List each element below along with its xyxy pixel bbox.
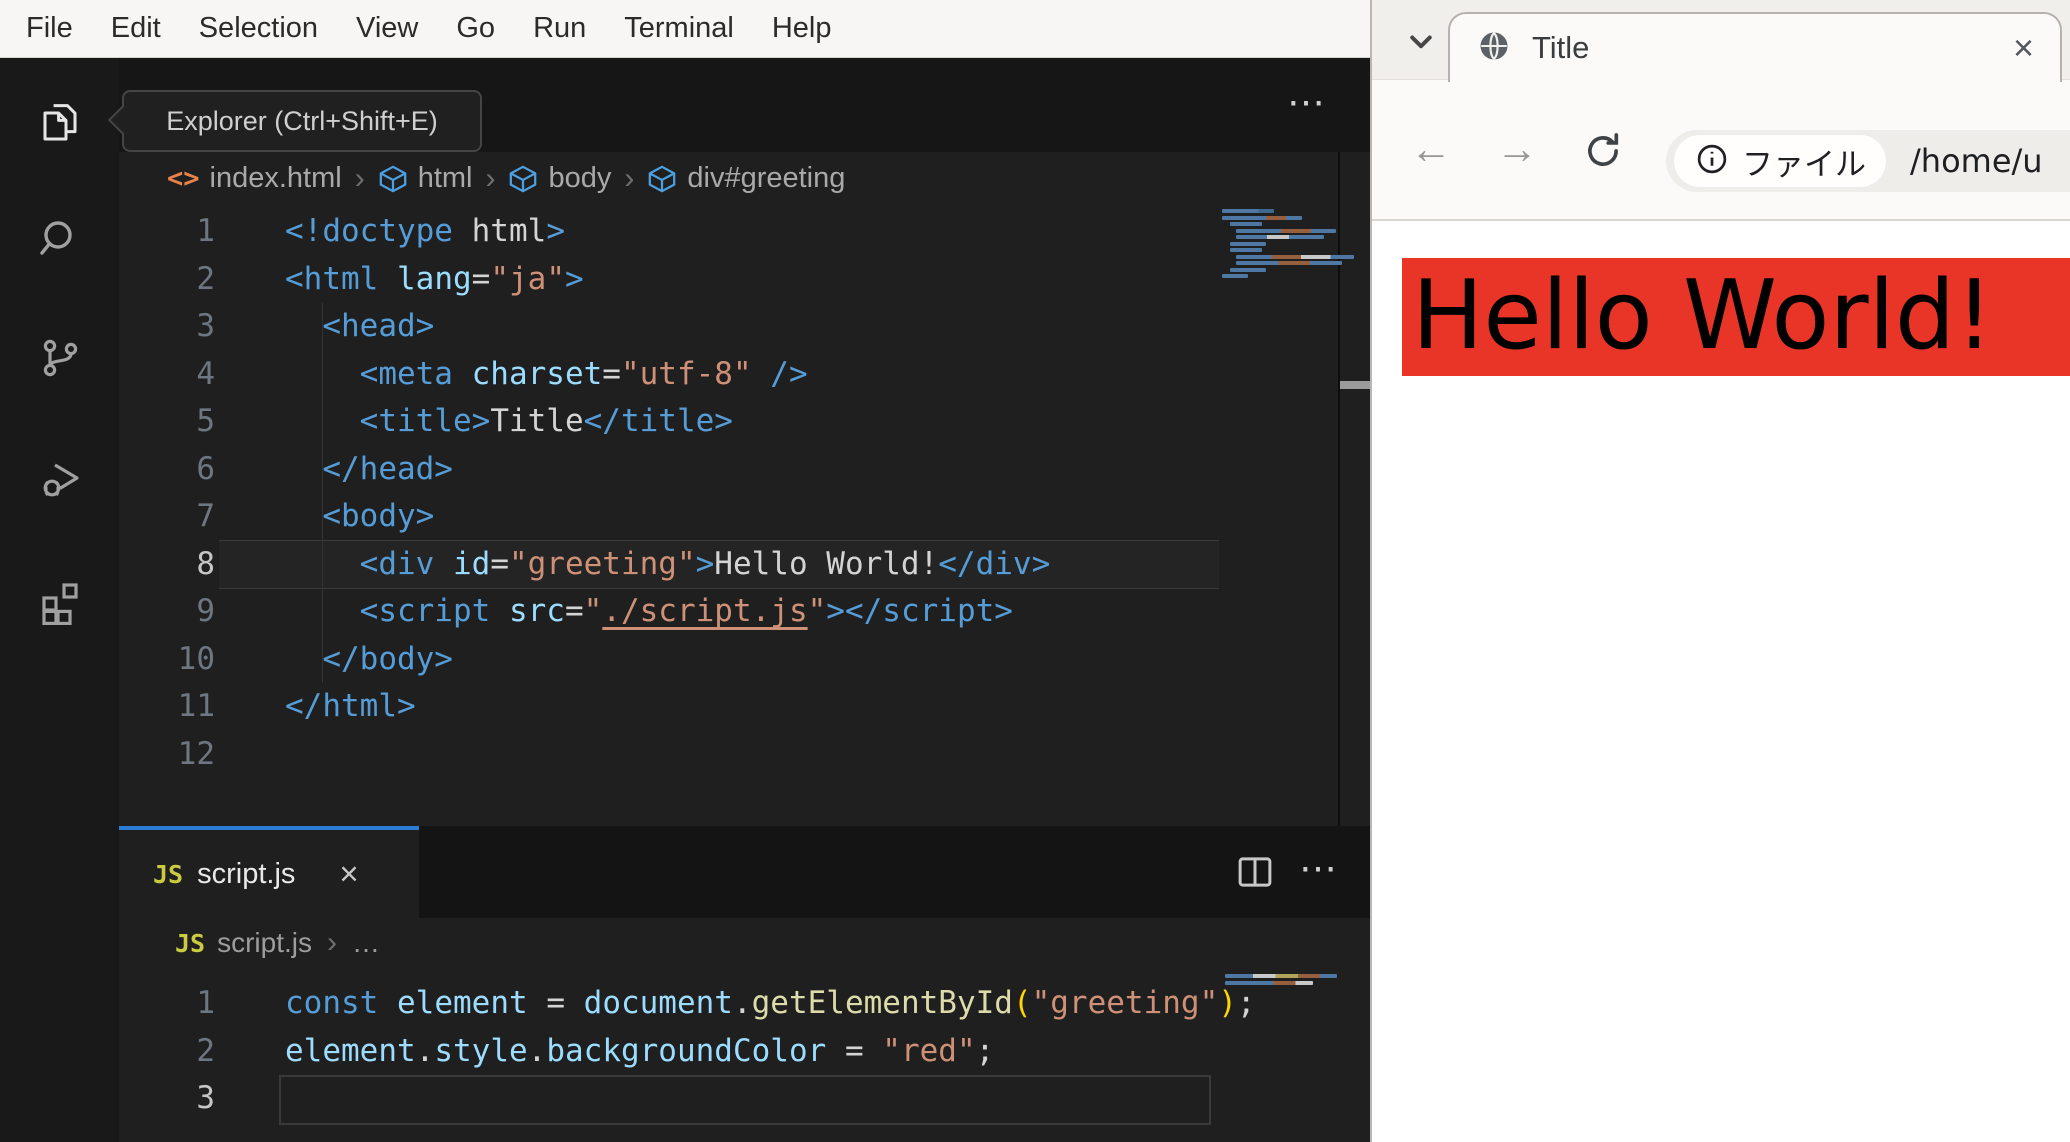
tooltip-text: Explorer (Ctrl+Shift+E) [166, 105, 438, 136]
code-editor-js[interactable]: 1 const element = document.getElementById… [119, 968, 1370, 1142]
search-icon[interactable] [36, 216, 84, 264]
code-line: 2 <html lang="ja"> [119, 256, 1370, 304]
browser-page-content: Hello World! [1372, 221, 2070, 1142]
breadcrumb-more[interactable]: … [352, 927, 380, 959]
chevron-right-icon: › [354, 161, 365, 195]
breadcrumb-div-greeting[interactable]: div#greeting [687, 162, 845, 195]
explorer-tooltip: Explorer (Ctrl+Shift+E) [122, 90, 482, 152]
browser-window: Title × ← → ファイル /home/u Hello World! [1370, 0, 2070, 1142]
symbol-cube-icon [379, 165, 406, 192]
code-editor-html[interactable]: 1 <!doctype html> 2 <html lang="ja"> 3 <head… [119, 205, 1370, 829]
code-line: 2 element.style.backgroundColor = "red"; [119, 1028, 1370, 1076]
menu-run[interactable]: Run [533, 12, 586, 45]
menu-bar: File Edit Selection View Go Run Terminal… [0, 0, 1370, 58]
code-line: 1 <!doctype html> [119, 208, 1370, 256]
line-number: 4 [196, 355, 215, 392]
chevron-right-icon: › [485, 161, 496, 195]
browser-tabstrip: Title × [1372, 0, 2070, 82]
breadcrumb: <> index.html › html › body › div#greeti… [119, 152, 1370, 205]
browser-tab-title: Title [1532, 30, 1590, 65]
line-number: 2 [196, 1032, 215, 1069]
address-bar[interactable]: ファイル /home/u [1666, 130, 2070, 192]
line-number: 2 [196, 260, 215, 297]
code-line: 3 <head> [119, 303, 1370, 351]
code-line: 6 </head> [119, 446, 1370, 494]
menu-selection[interactable]: Selection [199, 12, 318, 45]
line-number: 1 [196, 985, 215, 1021]
split-editor-icon[interactable] [1234, 851, 1276, 893]
activity-bar [0, 58, 119, 1142]
source-control-icon[interactable] [36, 334, 84, 382]
breadcrumb: JS script.js › … [119, 918, 1370, 968]
html-file-icon: <> [167, 163, 200, 194]
breadcrumb-file[interactable]: script.js [217, 927, 312, 959]
line-number: 8 [196, 545, 215, 582]
menu-go[interactable]: Go [456, 12, 495, 45]
line-number: 12 [177, 735, 215, 772]
minimap[interactable] [1225, 974, 1341, 987]
breadcrumb-html[interactable]: html [418, 162, 473, 195]
editor-more-actions-icon[interactable]: ⋯ [1299, 850, 1342, 888]
browser-toolbar: ← → ファイル /home/u [1372, 80, 2070, 221]
code-line: 7 <body> [119, 493, 1370, 541]
line-number: 5 [196, 403, 215, 439]
line-number: 6 [196, 450, 215, 487]
menu-view[interactable]: View [356, 12, 418, 45]
line-number: 7 [196, 498, 215, 534]
chevron-right-icon: › [327, 926, 338, 959]
close-icon[interactable]: × [2013, 30, 2034, 66]
breadcrumb-body[interactable]: body [548, 162, 611, 195]
menu-edit[interactable]: Edit [111, 12, 161, 45]
extensions-icon[interactable] [36, 577, 84, 626]
minimap[interactable] [1222, 209, 1354, 281]
site-info-label: ファイル [1742, 146, 1866, 183]
editor-more-actions-icon[interactable]: ⋯ [1287, 84, 1330, 122]
menu-help[interactable]: Help [772, 12, 832, 45]
symbol-cube-icon [649, 165, 676, 192]
breadcrumb-file[interactable]: index.html [210, 162, 342, 195]
globe-favicon-icon [1476, 28, 1512, 69]
code-line: 11 </html> [119, 683, 1370, 731]
code-line: 1 const element = document.getElementById… [119, 980, 1370, 1028]
line-number: 11 [177, 688, 215, 724]
line-number: 1 [196, 213, 215, 249]
code-line: 9 <script src="./script.js"></script> [119, 588, 1370, 636]
site-info-chip[interactable]: ファイル [1674, 135, 1886, 187]
code-line: 5 <title>Title</title> [119, 398, 1370, 446]
close-icon[interactable]: × [339, 855, 358, 893]
symbol-cube-icon [510, 165, 537, 192]
greeting-div: Hello World! [1402, 258, 2070, 376]
screenshot-root: File Edit Selection View Go Run Terminal… [0, 0, 2070, 1142]
explorer-icon[interactable] [36, 98, 84, 146]
back-icon[interactable]: ← [1410, 128, 1452, 170]
line-number: 9 [196, 593, 215, 629]
line-number: 3 [196, 1080, 215, 1116]
menu-file[interactable]: File [26, 12, 73, 45]
tab-label: script.js [197, 857, 296, 890]
url-text: /home/u [1910, 142, 2043, 180]
code-line: 10 </body> [119, 636, 1370, 684]
js-file-icon: JS [175, 928, 206, 958]
info-icon [1694, 141, 1730, 182]
editor-tabstrip-js: JS script.js × ⋯ [119, 826, 1370, 918]
line-number: 3 [196, 308, 215, 344]
chevron-down-icon[interactable] [1400, 20, 1442, 62]
run-and-debug-icon[interactable] [36, 456, 84, 504]
menu-terminal[interactable]: Terminal [624, 12, 734, 45]
line-number: 10 [177, 640, 215, 677]
code-line: 4 <meta charset="utf-8" /> [119, 351, 1370, 399]
browser-tab[interactable]: Title × [1448, 12, 2062, 82]
tab-scriptjs[interactable]: JS script.js × [119, 826, 419, 918]
forward-icon[interactable]: → [1496, 128, 1538, 170]
chevron-right-icon: › [624, 161, 635, 195]
reload-icon[interactable] [1582, 130, 1624, 172]
js-file-icon: JS [153, 859, 184, 889]
code-line: 3 [119, 1075, 1370, 1123]
code-line: 8 <div id="greeting">Hello World!</div> [119, 541, 1370, 589]
code-line: 12 [119, 731, 1370, 779]
